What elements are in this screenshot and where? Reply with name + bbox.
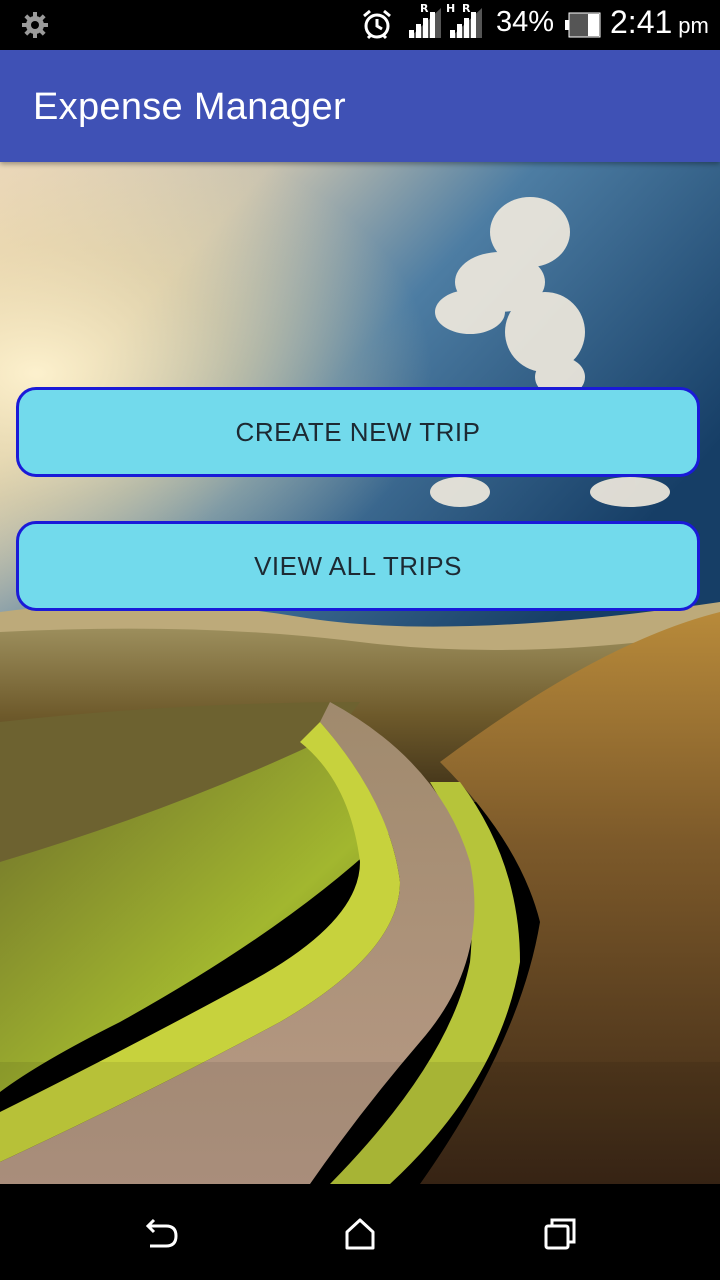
- home-icon[interactable]: [338, 1212, 382, 1256]
- status-bar: R H R 34% 2:41 pm: [0, 0, 720, 50]
- navigation-bar: [0, 1184, 720, 1280]
- settings-icon: [20, 10, 50, 44]
- battery-icon: [565, 12, 601, 42]
- app-bar: Expense Manager: [0, 50, 720, 162]
- app-title: Expense Manager: [33, 86, 346, 128]
- landscape-background-image: [0, 162, 720, 1184]
- recents-icon[interactable]: [538, 1212, 582, 1256]
- view-all-trips-button[interactable]: VIEW ALL TRIPS: [16, 521, 700, 611]
- battery-percent: 34%: [496, 6, 555, 38]
- network-type-label: R: [420, 2, 429, 15]
- alarm-icon: [360, 8, 394, 46]
- back-icon[interactable]: [138, 1212, 182, 1256]
- clock: 2:41 pm: [610, 4, 709, 41]
- clock-time: 2:41: [610, 4, 673, 40]
- create-new-trip-button[interactable]: CREATE NEW TRIP: [16, 387, 700, 477]
- signal-icon: [448, 6, 484, 44]
- main-content: CREATE NEW TRIP VIEW ALL TRIPS: [0, 162, 720, 1184]
- screen: R H R 34% 2:41 pm Expense Manager CREATE…: [0, 0, 720, 1280]
- clock-ampm: pm: [678, 13, 709, 38]
